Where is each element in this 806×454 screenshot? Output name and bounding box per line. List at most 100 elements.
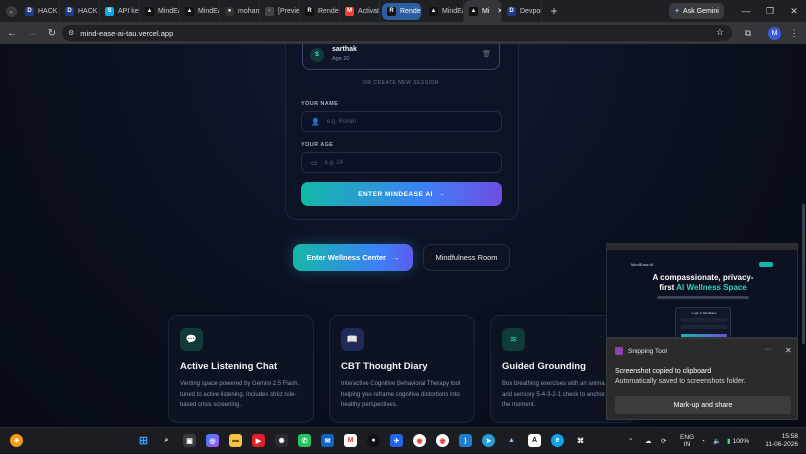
new-tab-button[interactable]: + [546,3,562,19]
chevron-down-icon: ⌄ [5,5,17,17]
close-window-button[interactable]: ✕ [782,0,806,22]
tab-search-button[interactable]: ⌄ [2,1,20,21]
enter-wellness-center-button[interactable]: Enter Wellness Center → [293,244,413,271]
antigravity-icon[interactable]: ✈ [390,434,403,447]
browser-tab[interactable]: ▲Mi✕ [464,0,502,22]
tab-favicon-icon: M [345,6,354,16]
clock[interactable]: 15:58 11-06-2026 [762,433,798,449]
cloud-icon[interactable]: ☁ [645,428,652,454]
browser-tab[interactable]: R Render [300,0,340,22]
taskbar: ☀ ⊞ ⌕ ▣ ◎ ▬ ▶ ✺ ✆ ✉ M ● ✈ ◉ ◉ ⟩ ➤ ▲ A e … [0,427,806,453]
telegram-icon[interactable]: ➤ [482,434,495,447]
enter-mindease-button[interactable]: ENTER MINDEASE AI → [301,182,502,206]
tab-favicon-icon: ▲ [185,6,194,16]
chatgpt-icon[interactable]: ✺ [275,434,288,447]
preview-input [681,318,727,322]
screenshot-preview[interactable]: MindEase AI A compassionate, privacy- fi… [606,243,798,338]
mindfulness-room-button[interactable]: Mindfulness Room [423,244,510,271]
file-explorer-icon[interactable]: ▬ [229,434,242,447]
maximize-button[interactable]: ❐ [758,0,782,22]
tab-favicon-icon: D [65,6,74,16]
youtube-icon[interactable]: ▶ [252,434,265,447]
markup-and-share-button[interactable]: Mark-up and share [615,396,791,414]
tab-label: Render [400,7,422,15]
scrollbar[interactable] [802,204,805,344]
wifi-icon[interactable]: ◔ [701,428,705,454]
language-region: IN [683,441,691,448]
feature-description: Interactive Cognitive Behavioral Therapy… [341,381,461,408]
browser-tab[interactable]: D HACK D [60,0,100,22]
task-view-icon[interactable]: ▣ [183,434,196,447]
preview-form: Login to MindEase [675,307,731,337]
tab-favicon-icon: ● [225,6,234,16]
browser-tab[interactable]: ▲ MindEa [180,0,220,22]
tab-label: API key [118,7,140,15]
tab-label: MindEa [442,7,464,15]
forward-button[interactable]: → [22,23,42,43]
extensions-button[interactable]: ⧉ [738,22,758,44]
bookmark-star-icon[interactable]: ☆ [716,27,724,38]
volume-icon[interactable]: 🔈 [713,428,721,454]
preview-cta [759,262,773,267]
tray-chevron-icon[interactable]: ⌃ [628,428,633,454]
minimize-button[interactable]: — [734,0,758,22]
edge-icon[interactable]: e [551,434,564,447]
browser-tab[interactable]: D Devpos [502,0,542,22]
search-icon[interactable]: ⌕ [160,434,173,447]
name-label: YOUR NAME [301,101,339,107]
or-divider-text: OR CREATE NEW SESSION [363,80,439,86]
browser-tab[interactable]: ● mohan [220,0,260,22]
close-icon[interactable]: ✕ [785,346,792,355]
saved-session-item[interactable]: S sarthak Age 20 🗑 [302,44,500,70]
app-notion-icon[interactable]: A [528,434,541,447]
back-button[interactable]: ← [2,23,22,43]
chrome-icon[interactable]: ◉ [413,434,426,447]
feature-card-chat: 💬 Active Listening Chat Venting space po… [168,315,314,423]
name-input[interactable]: 👤 e.g. Rohan [301,111,502,132]
preview-headline: A compassionate, privacy- first AI Welln… [607,273,797,293]
start-icon[interactable]: ⊞ [137,434,150,447]
sync-icon[interactable]: ⟳ [661,428,666,454]
browser-tab[interactable]: S API key [100,0,140,22]
app-a-icon[interactable]: ▲ [505,434,518,447]
profile-avatar[interactable]: M [768,27,781,40]
gmail-icon[interactable]: M [344,434,357,447]
browser-tab[interactable]: M Activat [340,0,380,22]
browser-tab[interactable]: ▲ MindEa [140,0,180,22]
preview-input [681,325,727,329]
whatsapp-icon[interactable]: ✆ [298,434,311,447]
app-icon[interactable]: ● [367,434,380,447]
tab-label: Render [318,7,340,15]
browser-tab[interactable]: ▲ MindEa [424,0,464,22]
preview-headline-line2b: AI Wellness Space [676,283,747,292]
browser-tab[interactable]: R Render [382,2,422,20]
wellness-label: Enter Wellness Center [306,253,386,262]
language-indicator[interactable]: ENG IN [680,428,694,454]
weather-icon[interactable]: ☀ [10,434,23,447]
tab-label: [Previe [278,7,300,15]
tab-label: MindEa [158,7,180,15]
session-name: sarthak [332,46,357,53]
notification-body: Automatically saved to screenshots folde… [615,378,746,385]
outlook-icon[interactable]: ✉ [321,434,334,447]
browser-tab[interactable]: ◦ [Previe [260,0,300,22]
trash-icon[interactable]: 🗑 [482,50,491,58]
vscode-icon[interactable]: ⟩ [459,434,472,447]
preview-headline-line2a: first [659,283,677,292]
github-icon[interactable]: ⌘ [574,434,587,447]
reload-button[interactable]: ↻ [42,23,62,43]
site-info-icon[interactable]: ⚙ [68,29,74,37]
battery-indicator[interactable]: ▮ 100% [727,428,749,454]
chrome-profile-icon[interactable]: ◉ [436,434,449,447]
age-input[interactable]: ▭ e.g. 24 [301,152,502,173]
tab-label: Activat [358,7,380,15]
tab-favicon-icon: D [507,6,516,16]
ask-gemini-button[interactable]: ✦ Ask Gemini [669,3,724,19]
menu-button[interactable]: ⋮ [784,22,804,44]
browser-tab[interactable]: D HACK D [20,0,60,22]
tab-favicon-icon: ▲ [469,6,478,16]
address-bar[interactable]: ⚙ mind-ease-ai-tau.vercel.app ☆ [62,25,732,41]
tab-favicon-icon: ◦ [265,6,274,16]
more-options-icon[interactable]: ··· [764,346,771,353]
copilot-icon[interactable]: ◎ [206,434,219,447]
